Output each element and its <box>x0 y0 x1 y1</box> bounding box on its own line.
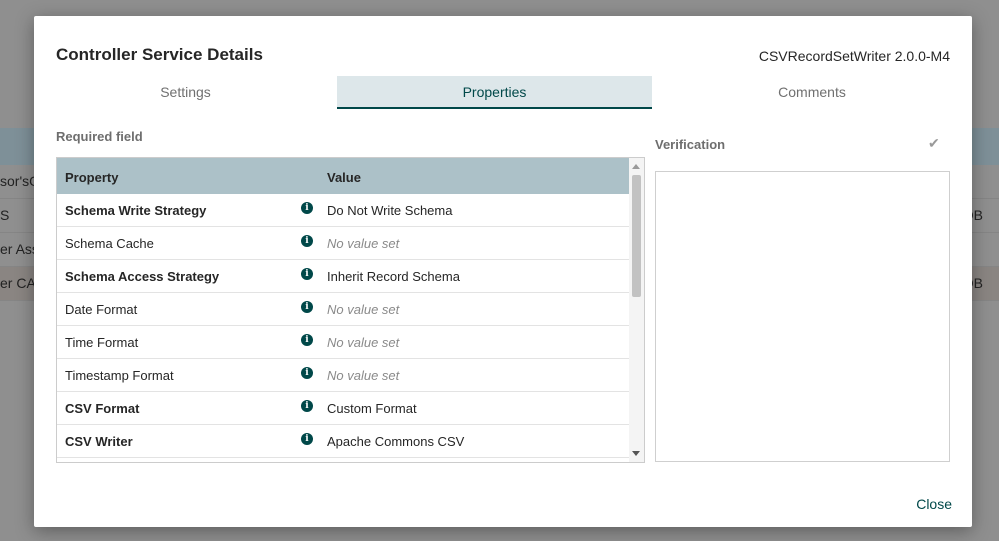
info-circle-icon[interactable]: i <box>301 202 313 214</box>
property-name: Time Format <box>65 335 139 350</box>
property-name: Schema Access Strategy <box>65 269 220 284</box>
table-row[interactable]: Schema Access Strategy i Inherit Record … <box>57 260 629 293</box>
verification-label: Verification <box>655 137 726 152</box>
tab-comments[interactable]: Comments <box>652 76 972 109</box>
property-value[interactable]: Custom Format <box>327 401 417 416</box>
table-row[interactable]: Time Format i No value set <box>57 326 629 359</box>
property-value[interactable]: No value set <box>327 302 399 317</box>
column-header-value[interactable]: Value <box>327 170 361 185</box>
info-circle-icon[interactable]: i <box>301 367 313 379</box>
info-circle-icon[interactable]: i <box>301 301 313 313</box>
property-name: Schema Write Strategy <box>65 203 207 218</box>
tab-settings[interactable]: Settings <box>56 76 315 109</box>
scroll-thumb[interactable] <box>632 175 641 297</box>
property-value[interactable]: No value set <box>327 335 399 350</box>
property-name: CSV Format <box>65 401 140 416</box>
property-value[interactable]: Inherit Record Schema <box>327 269 460 284</box>
info-circle-icon[interactable]: i <box>301 268 313 280</box>
property-value[interactable]: Apache Commons CSV <box>327 434 464 449</box>
property-value[interactable]: Do Not Write Schema <box>327 203 452 218</box>
property-name: Date Format <box>65 302 138 317</box>
table-header: Property Value <box>57 158 629 194</box>
close-button[interactable]: Close <box>916 496 952 512</box>
table-row[interactable]: Schema Cache i No value set <box>57 227 629 260</box>
background-row-text: S <box>0 207 10 223</box>
controller-service-dialog: Controller Service Details CSVRecordSetW… <box>34 16 972 527</box>
dialog-subtitle: CSVRecordSetWriter 2.0.0-M4 <box>758 48 950 64</box>
scroll-up-arrow-icon[interactable] <box>632 164 640 169</box>
table-row[interactable]: CSV Format i Custom Format <box>57 392 629 425</box>
table-scrollbar[interactable] <box>629 158 644 462</box>
property-value[interactable]: No value set <box>327 368 399 383</box>
table-row[interactable]: CSV Writer i Apache Commons CSV <box>57 425 629 458</box>
tab-bar: Settings Properties Comments <box>56 76 950 110</box>
verification-results-panel <box>655 171 950 462</box>
table-row[interactable]: Timestamp Format i No value set <box>57 359 629 392</box>
background-row-text: er CA <box>0 275 36 291</box>
info-circle-icon[interactable]: i <box>301 433 313 445</box>
required-field-label: Required field <box>56 129 143 144</box>
info-circle-icon[interactable]: i <box>301 334 313 346</box>
property-value[interactable]: No value set <box>327 236 399 251</box>
info-circle-icon[interactable]: i <box>301 235 313 247</box>
scroll-down-arrow-icon[interactable] <box>632 451 640 456</box>
property-name: CSV Writer <box>65 434 133 449</box>
property-name: Timestamp Format <box>65 368 174 383</box>
dialog-title: Controller Service Details <box>56 45 263 64</box>
info-circle-icon[interactable]: i <box>301 400 313 412</box>
table-row[interactable]: Schema Write Strategy i Do Not Write Sch… <box>57 194 629 227</box>
properties-table: Property Value Schema Write Strategy i D… <box>56 157 645 463</box>
tab-properties[interactable]: Properties <box>337 76 652 109</box>
column-header-property[interactable]: Property <box>65 170 118 185</box>
table-row[interactable]: Date Format i No value set <box>57 293 629 326</box>
checkmark-icon[interactable]: ✔ <box>928 135 940 152</box>
property-name: Schema Cache <box>65 236 154 251</box>
